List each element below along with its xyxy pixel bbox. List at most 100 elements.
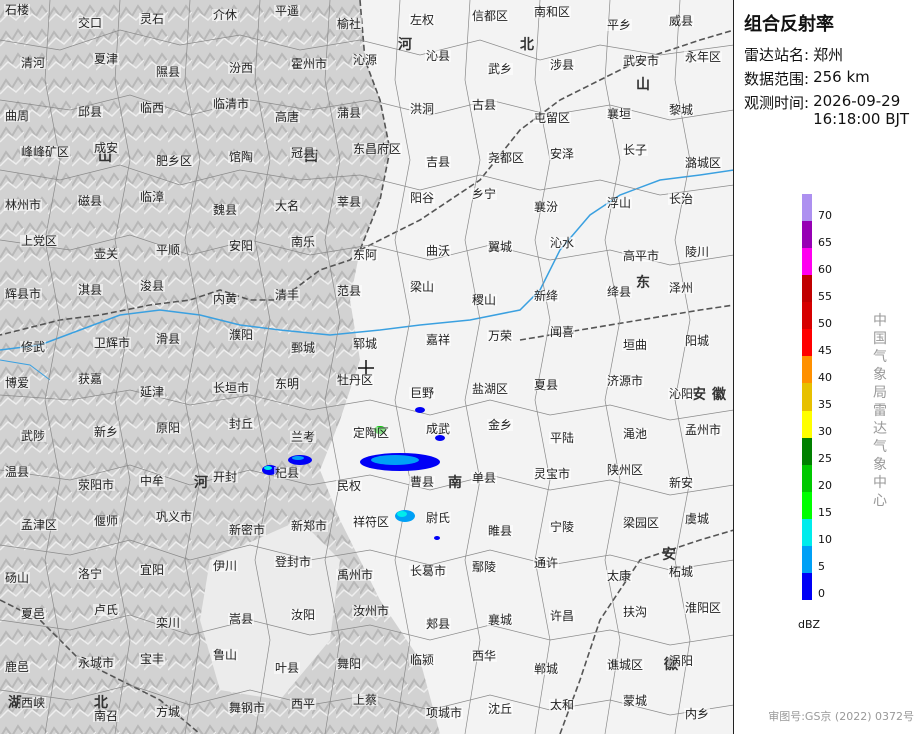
place-label: 安泽 — [549, 147, 576, 161]
place-label: 平顺 — [155, 243, 182, 257]
place-label: 孟州市 — [684, 423, 723, 437]
place-label: 卢氏 — [93, 603, 120, 617]
place-label: 舞钢市 — [228, 701, 267, 715]
place-label: 郓城 — [352, 337, 379, 351]
place-label: 临清市 — [212, 97, 251, 111]
legend-color-segment — [802, 437, 812, 466]
place-label: 中牟 — [139, 474, 166, 488]
place-label: 郏县 — [425, 617, 452, 631]
place-label: 伊川 — [212, 559, 239, 573]
place-label: 石楼 — [4, 3, 31, 17]
range-label: 数据范围: — [744, 70, 810, 88]
place-label: 宜阳 — [139, 563, 166, 577]
place-label: 闻喜 — [549, 325, 576, 339]
place-label: 潞城区 — [684, 156, 723, 170]
station-label: 雷达站名: — [744, 46, 810, 64]
place-label: 屯留区 — [533, 111, 572, 125]
place-label: 万荣 — [487, 329, 514, 343]
place-label: 沁源 — [352, 53, 379, 67]
legend-tick-label: 40 — [818, 370, 832, 384]
place-label: 平乡 — [606, 18, 633, 32]
legend-color-segment — [802, 545, 812, 574]
place-label: 东明 — [274, 377, 301, 391]
legend-color-segment — [802, 194, 812, 222]
place-label: 长治 — [668, 192, 695, 206]
place-label: 襄汾 — [533, 200, 560, 214]
place-label: 大名 — [274, 199, 301, 213]
place-label: 黎城 — [668, 103, 695, 117]
place-label: 梁山 — [409, 280, 436, 294]
place-label: 吉县 — [425, 155, 452, 169]
place-label: 长垣市 — [212, 381, 251, 395]
place-label: 温县 — [4, 465, 31, 479]
place-label: 绛县 — [606, 285, 633, 299]
place-label: 新安 — [668, 476, 695, 490]
province-label: 安 — [692, 387, 706, 403]
place-label: 垣曲 — [622, 338, 649, 352]
station-value: 郑州 — [813, 46, 844, 64]
place-label: 成武 — [425, 422, 452, 436]
place-label: 武乡 — [487, 62, 514, 76]
place-label: 曹县 — [409, 475, 436, 489]
legend-tick-label: 15 — [818, 506, 832, 520]
legend-color-segment — [802, 302, 812, 330]
place-label: 鄄城 — [290, 341, 317, 355]
place-label: 洪洞 — [409, 102, 436, 116]
place-label: 柘城 — [668, 565, 695, 579]
legend-tick-label: 5 — [818, 560, 825, 574]
place-label: 淇县 — [77, 283, 104, 297]
province-label: 河 — [194, 475, 208, 491]
place-label: 濮阳 — [228, 328, 255, 342]
time-label: 观测时间: — [744, 94, 810, 112]
place-label: 浚县 — [139, 279, 166, 293]
legend-color-segment — [802, 383, 812, 412]
place-label: 砀山 — [4, 571, 31, 585]
place-label: 左权 — [409, 13, 436, 27]
place-label: 浮山 — [606, 196, 633, 210]
place-label: 汝州市 — [352, 604, 391, 618]
place-label: 鄢陵 — [471, 560, 498, 574]
place-label: 新密市 — [228, 523, 267, 537]
place-label: 阳谷 — [409, 191, 436, 205]
place-label: 东阿 — [352, 248, 379, 262]
legend-color-segment — [802, 329, 812, 357]
legend-color-segment — [802, 410, 812, 439]
place-label: 新乡 — [93, 425, 120, 439]
range-value: 256 km — [813, 68, 870, 86]
place-label: 信都区 — [471, 9, 510, 23]
place-label: 沁水 — [549, 236, 576, 250]
place-label: 交口 — [77, 16, 104, 30]
place-label: 涡阳 — [668, 654, 695, 668]
place-label: 夏县 — [533, 378, 560, 392]
place-label: 辉县市 — [4, 287, 43, 301]
place-label: 孟津区 — [20, 518, 59, 532]
province-label: 北 — [94, 695, 108, 711]
legend-tick-label: 30 — [818, 425, 832, 439]
legend-tick-label: 50 — [818, 316, 832, 330]
place-label: 修武 — [20, 340, 47, 354]
place-label: 灵宝市 — [533, 467, 572, 481]
place-label: 蒲县 — [336, 106, 363, 120]
place-label: 单县 — [471, 471, 498, 485]
place-label: 太和 — [549, 698, 576, 712]
place-label: 鲁山 — [212, 648, 239, 662]
legend-color-segment — [802, 572, 812, 601]
place-label: 高唐 — [274, 110, 301, 124]
radar-map[interactable]: 山 西 河 北 山 东 河 南 安 徽 湖 北 安 徽 石楼交口灵石介休平遥榆社… — [0, 0, 734, 734]
place-label: 西平 — [290, 697, 317, 711]
place-label: 扶沟 — [622, 605, 649, 619]
place-label: 峰峰矿区 — [20, 145, 71, 159]
place-label: 乡宁 — [471, 187, 498, 201]
place-label: 宁陵 — [549, 520, 576, 534]
place-label: 馆陶 — [228, 150, 255, 164]
place-label: 邱县 — [77, 105, 104, 119]
legend-color-segment — [802, 464, 812, 493]
place-label: 威县 — [668, 14, 695, 28]
place-label: 成安 — [93, 141, 120, 155]
legend-tick-label: 25 — [818, 452, 832, 466]
legend-tick-label: 70 — [818, 208, 832, 222]
place-label: 济源市 — [606, 374, 645, 388]
place-label: 长子 — [622, 143, 649, 157]
place-label: 沈丘 — [487, 702, 514, 716]
place-label: 平陆 — [549, 431, 576, 445]
